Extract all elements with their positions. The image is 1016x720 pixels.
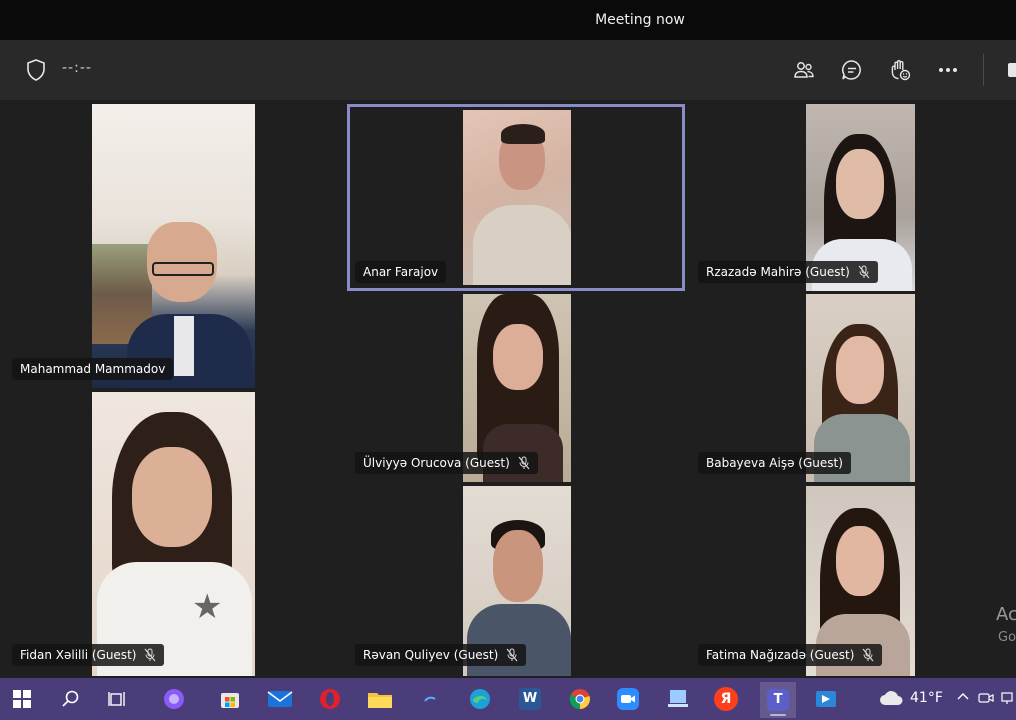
meeting-timer: --:-- — [62, 60, 92, 76]
chrome-button[interactable] — [566, 685, 594, 713]
store-icon — [221, 693, 239, 708]
start-button[interactable] — [8, 685, 36, 713]
title-bar: Meeting now — [0, 0, 1016, 40]
participant-name: Anar Farajov — [363, 265, 439, 279]
teams-icon: T — [767, 689, 789, 711]
participant-tile[interactable]: ★ Fidan Xəlilli (Guest) — [8, 392, 338, 676]
opera-button[interactable] — [316, 685, 344, 713]
task-view-button[interactable] — [104, 685, 132, 713]
chevron-up-icon[interactable] — [956, 690, 970, 704]
participant-tile[interactable]: Rzazadə Mahirə (Guest) — [694, 104, 1008, 291]
search-icon — [62, 690, 79, 707]
people-icon — [794, 62, 814, 78]
file-explorer-icon — [368, 693, 392, 708]
opera-icon — [320, 689, 340, 709]
network-icon[interactable] — [1000, 690, 1014, 706]
chat-icon — [842, 60, 861, 80]
participant-name-tag: Rəvan Quliyev (Guest) — [355, 644, 527, 666]
participant-video: ★ — [92, 392, 255, 676]
app-button[interactable] — [416, 685, 444, 713]
word-button[interactable]: W — [516, 685, 544, 713]
window-title: Meeting now — [595, 12, 685, 28]
participant-tile[interactable]: Rəvan Quliyev (Guest) — [347, 486, 685, 676]
active-indicator — [770, 714, 786, 716]
participant-name: Rzazadə Mahirə (Guest) — [706, 265, 850, 279]
mic-off-icon — [506, 648, 518, 662]
participant-video — [463, 110, 571, 285]
more-options-button[interactable] — [934, 56, 962, 84]
weather-widget[interactable]: 41°F — [878, 689, 943, 707]
toolbar-divider — [983, 54, 984, 86]
search-button[interactable] — [56, 685, 84, 713]
participant-tile[interactable]: Ülviyyə Orucova (Guest) — [347, 294, 685, 482]
yandex-icon: Я — [714, 687, 738, 711]
mic-off-icon — [145, 648, 156, 662]
mic-off-icon — [862, 648, 874, 662]
store-button[interactable] — [216, 685, 244, 713]
activation-watermark-sub: Go — [998, 630, 1016, 645]
whiteboard-button[interactable] — [812, 685, 840, 713]
word-icon: W — [519, 688, 541, 710]
teams-button[interactable]: T — [760, 682, 796, 718]
activation-watermark: Ac — [996, 604, 1016, 625]
zoom-icon — [617, 688, 639, 710]
participant-tile-active[interactable]: Anar Farajov — [347, 104, 685, 291]
mic-off-icon — [858, 265, 870, 279]
participant-name: Fidan Xəlilli (Guest) — [20, 648, 137, 662]
edge-button[interactable] — [466, 685, 494, 713]
app-icon — [424, 696, 436, 702]
raise-hand-icon — [891, 60, 911, 81]
chrome-icon — [569, 689, 590, 710]
participant-video — [92, 104, 255, 388]
mail-icon — [267, 691, 293, 707]
participant-name: Babayeva Aişə (Guest) — [706, 456, 843, 470]
people-button[interactable] — [790, 56, 818, 84]
participant-name-tag: Rzazadə Mahirə (Guest) — [698, 261, 878, 283]
cortana-icon — [164, 689, 184, 709]
weather-temperature: 41°F — [910, 690, 943, 706]
mail-button[interactable] — [266, 685, 294, 713]
file-explorer-button[interactable] — [366, 685, 394, 713]
edge-icon — [470, 689, 490, 709]
camera-icon[interactable] — [1006, 58, 1016, 82]
whiteboard-icon — [816, 691, 836, 707]
media-button[interactable] — [664, 685, 692, 713]
chat-button[interactable] — [838, 56, 866, 84]
taskbar: W Я T 41°F — [0, 678, 1016, 720]
participant-name-tag: Anar Farajov — [355, 261, 447, 283]
participant-name: Mahammad Mammadov — [20, 362, 166, 376]
raise-hand-button[interactable] — [886, 56, 914, 84]
shield-icon — [27, 59, 45, 81]
participant-name-tag: Ülviyyə Orucova (Guest) — [355, 452, 538, 474]
participant-name: Fatima Nağızadə (Guest) — [706, 648, 855, 662]
participant-name-tag: Fatima Nağızadə (Guest) — [698, 644, 883, 666]
participant-name-tag: Mahammad Mammadov — [12, 358, 174, 380]
video-stage: Mahammad Mammadov Anar Farajov Rzazadə M… — [0, 100, 1016, 678]
participant-tile[interactable]: Fatima Nağızadə (Guest) — [694, 486, 1008, 676]
participant-name-tag: Fidan Xəlilli (Guest) — [12, 644, 165, 666]
participant-tile[interactable]: Mahammad Mammadov — [8, 104, 338, 388]
windows-start-icon — [13, 690, 31, 708]
zoom-button[interactable] — [614, 685, 642, 713]
yandex-button[interactable]: Я — [712, 685, 740, 713]
media-icon — [668, 690, 688, 707]
participant-name: Rəvan Quliyev (Guest) — [363, 648, 499, 662]
task-view-icon — [108, 692, 125, 706]
participant-name-tag: Babayeva Aişə (Guest) — [698, 452, 851, 474]
cloud-icon — [880, 691, 903, 705]
more-icon — [939, 68, 957, 72]
meet-now-icon[interactable] — [978, 690, 994, 706]
mic-off-icon — [518, 456, 530, 470]
meeting-toolbar: --:-- — [0, 40, 1016, 100]
participant-tile[interactable]: Babayeva Aişə (Guest) — [694, 294, 1008, 482]
cortana-button[interactable] — [160, 685, 188, 713]
participant-name: Ülviyyə Orucova (Guest) — [363, 456, 510, 470]
